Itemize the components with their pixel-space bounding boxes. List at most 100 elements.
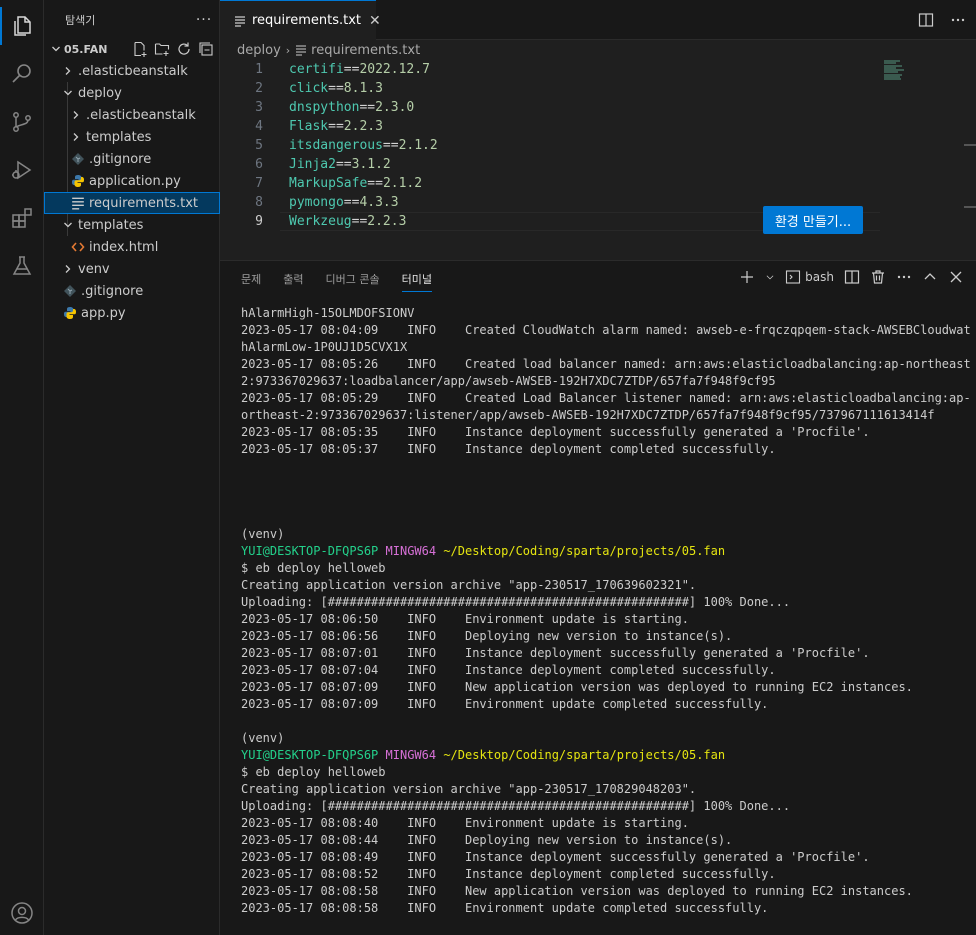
line-number: 5 — [255, 138, 263, 153]
package-name: dnspython — [289, 100, 360, 115]
folder-item[interactable]: .elasticbeanstalk — [44, 60, 220, 82]
code-line[interactable]: 3 dnspython==2.3.0 — [220, 98, 880, 117]
tab-label: requirements.txt — [252, 13, 362, 28]
operator: == — [335, 157, 352, 172]
explorer-header: 탐색기 ··· — [44, 0, 219, 40]
html-file-icon — [69, 240, 87, 254]
terminal-line: Uploading: [############################… — [241, 595, 791, 609]
tree-item-label: .elasticbeanstalk — [86, 107, 196, 123]
refresh-icon[interactable] — [176, 41, 192, 57]
create-environment-button[interactable]: 환경 만들기... — [763, 206, 863, 234]
terminal-output[interactable]: hAlarmHigh-15OLMDOFSIONV 2023-05-17 08:04… — [241, 305, 971, 935]
chevron-right-icon — [68, 107, 84, 123]
tab-debug-console[interactable]: 디버그 콘솔 — [326, 261, 380, 297]
text-file-icon — [234, 15, 246, 27]
chevron-down-icon — [48, 41, 64, 57]
code-line[interactable]: 2 click==8.1.3 — [220, 79, 880, 98]
tab-terminal[interactable]: 터미널 — [401, 261, 433, 297]
breadcrumb-folder[interactable]: deploy — [237, 43, 281, 58]
package-name: Flask — [289, 119, 329, 134]
split-terminal-icon[interactable] — [844, 269, 860, 285]
terminal-line: 2023-05-17 08:05:26 INFO Created load ba… — [241, 357, 971, 371]
code-line[interactable]: 7 MarkupSafe==2.1.2 — [220, 174, 880, 193]
workspace-root[interactable]: 05.FAN — [44, 38, 220, 60]
new-terminal-icon[interactable] — [739, 269, 755, 285]
new-file-icon[interactable] — [132, 41, 148, 57]
new-folder-icon[interactable] — [154, 41, 170, 57]
close-icon[interactable]: ✕ — [369, 13, 381, 29]
chevron-right-icon — [68, 129, 84, 145]
more-actions-icon[interactable]: ··· — [189, 12, 219, 28]
terminal-line: 2023-05-17 08:06:56 INFO Deploying new v… — [241, 629, 733, 643]
tab-problems[interactable]: 문제 — [241, 261, 261, 297]
terminal-line: 2:973367029637:loadbalancer/app/awseb-AW… — [241, 374, 776, 388]
package-name: itsdangerous — [289, 138, 383, 153]
operator: == — [343, 62, 360, 77]
terminal-line: $ eb deploy helloweb — [241, 765, 386, 779]
chevron-down-icon[interactable] — [765, 272, 775, 282]
tab-output[interactable]: 출력 — [283, 261, 303, 297]
operator: == — [343, 195, 360, 210]
split-editor-icon[interactable] — [918, 12, 934, 32]
line-number: 7 — [255, 176, 263, 191]
source-control-icon[interactable] — [0, 99, 44, 145]
prompt-path: ~/Desktop/Coding/sparta/projects/05.fan — [443, 544, 726, 558]
tree-item-label: venv — [78, 261, 110, 277]
terminal-line: 2023-05-17 08:08:40 INFO Environment upd… — [241, 816, 689, 830]
run-debug-icon[interactable] — [0, 147, 44, 193]
package-version: 2.2.3 — [367, 214, 407, 229]
testing-icon[interactable] — [0, 243, 44, 289]
line-number: 8 — [255, 195, 263, 210]
operator: == — [359, 100, 376, 115]
package-name: pymongo — [289, 195, 344, 210]
code-line[interactable]: 1 certifi==2022.12.7 — [220, 60, 880, 79]
folder-item[interactable]: venv — [44, 258, 220, 280]
file-item[interactable]: app.py — [44, 302, 220, 324]
account-icon[interactable] — [0, 890, 44, 935]
shell-label: bash — [805, 270, 834, 284]
explorer-title: 탐색기 — [65, 14, 96, 27]
vertical-scrollbar[interactable] — [964, 60, 976, 260]
explorer-sidebar: 탐색기 ··· 05.FAN .elasticbeanstalk deploy .e… — [44, 0, 220, 935]
package-version: 2.3.0 — [375, 100, 415, 115]
file-item[interactable]: requirements.txt — [44, 192, 220, 214]
panel-tabs: 문제 출력 디버그 콘솔 터미널 bash — [220, 261, 976, 297]
search-icon[interactable] — [0, 51, 44, 97]
folder-item[interactable]: templates — [44, 214, 220, 236]
file-item[interactable]: .gitignore — [44, 280, 220, 302]
explorer-icon[interactable] — [0, 3, 44, 49]
breadcrumb-file[interactable]: requirements.txt — [311, 43, 420, 58]
file-item[interactable]: index.html — [44, 236, 220, 258]
code-line[interactable]: 6 Jinja2==3.1.2 — [220, 155, 880, 174]
prompt-user: YUI@DESKTOP-DFQPS6P — [241, 748, 379, 762]
close-icon[interactable] — [948, 269, 964, 285]
terminal-line: 2023-05-17 08:07:01 INFO Instance deploy… — [241, 646, 870, 660]
more-actions-icon[interactable] — [896, 269, 912, 285]
folder-item[interactable]: deploy — [44, 82, 220, 104]
tab-requirements-txt[interactable]: requirements.txt ✕ — [220, 0, 381, 40]
operator: == — [328, 119, 344, 134]
maximize-panel-icon[interactable] — [922, 269, 938, 285]
folder-item[interactable]: templates — [44, 126, 220, 148]
terminal-shell[interactable]: bash — [785, 269, 834, 285]
terminal-line: (venv) — [241, 731, 285, 745]
code-line[interactable]: 4 Flask==2.2.3 — [220, 117, 880, 136]
tab-bar: requirements.txt ✕ — [220, 0, 976, 40]
terminal-line: 2023-05-17 08:07:04 INFO Instance deploy… — [241, 663, 776, 677]
extensions-icon[interactable] — [0, 195, 44, 241]
prompt-system: MINGW64 — [385, 544, 437, 558]
folder-item[interactable]: .elasticbeanstalk — [44, 104, 220, 126]
more-actions-icon[interactable] — [950, 12, 966, 32]
operator: == — [382, 138, 399, 153]
terminal-icon — [786, 270, 801, 284]
minimap[interactable] — [884, 60, 906, 81]
file-item[interactable]: .gitignore — [44, 148, 220, 170]
file-item[interactable]: application.py — [44, 170, 220, 192]
line-number: 9 — [255, 214, 263, 229]
trash-icon[interactable] — [870, 269, 886, 285]
code-line[interactable]: 5 itsdangerous==2.1.2 — [220, 136, 880, 155]
collapse-all-icon[interactable] — [198, 41, 214, 57]
package-version: 2.1.2 — [398, 138, 438, 153]
terminal-line: 2023-05-17 08:05:37 INFO Instance deploy… — [241, 442, 776, 456]
